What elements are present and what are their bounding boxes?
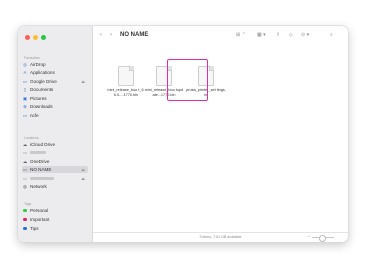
drive-icon: ▭ bbox=[22, 166, 28, 172]
sidebar-item-network[interactable]: ◍ Network bbox=[22, 183, 88, 190]
sidebar-item-label: Pictures bbox=[30, 96, 47, 101]
favourites-section-title: Favourites bbox=[24, 56, 40, 60]
sidebar-item-tag-important[interactable]: Important bbox=[22, 216, 88, 223]
tag-dot-icon bbox=[22, 217, 28, 222]
sidebar-item-label: Tips bbox=[30, 226, 39, 231]
sidebar-item-redacted-1[interactable]: ▭ bbox=[22, 149, 88, 156]
computer-icon: ▭ bbox=[22, 149, 28, 155]
close-window-button[interactable] bbox=[25, 35, 30, 40]
sidebar-item-ncfe[interactable]: ▭ ncfe bbox=[22, 112, 88, 119]
eject-icon[interactable]: ⏏ bbox=[81, 79, 85, 84]
applications-icon: A bbox=[23, 70, 27, 75]
sidebar-item-label: Personal bbox=[30, 208, 49, 213]
sidebar-item-label: iCloud Drive bbox=[30, 142, 56, 147]
sidebar-item-label: OneDrive bbox=[30, 159, 50, 164]
network-icon: ◍ bbox=[23, 183, 27, 189]
file-area: mini_release_boo t_6.6.0-...1770.bin min… bbox=[93, 48, 348, 232]
tag-dot-icon bbox=[22, 208, 28, 213]
drive-icon: ▭ bbox=[22, 78, 28, 84]
sidebar-item-tag-tips[interactable]: Tips bbox=[22, 225, 88, 232]
file-name: mini_release_boo t_6.6.0-...1770.bin bbox=[107, 88, 145, 97]
sidebar-item-airdrop[interactable]: ◎ AirDrop bbox=[22, 61, 88, 68]
sidebar-item-label: NO NAME bbox=[30, 167, 52, 172]
window-title: NO NAME bbox=[120, 32, 149, 38]
icon-view-grid-icon[interactable]: ⊞ ⌃ bbox=[236, 32, 246, 38]
sidebar-item-google-drive[interactable]: ▭ Google Drive ⏏ bbox=[22, 78, 88, 85]
tag-dot-icon bbox=[22, 226, 28, 231]
sidebar-item-label: Applications bbox=[30, 70, 55, 75]
share-icon[interactable]: ⇧ bbox=[276, 32, 280, 38]
sidebar-item-pictures[interactable]: ▣ Pictures bbox=[22, 95, 88, 102]
traffic-lights bbox=[25, 35, 46, 40]
zoom-out-icon: ─ bbox=[307, 234, 310, 239]
search-icon[interactable]: ⌕ bbox=[330, 32, 333, 38]
tag-icon[interactable]: ◇ bbox=[289, 32, 293, 38]
sidebar-item-label: Important bbox=[30, 217, 50, 222]
sidebar-item-applications[interactable]: A Applications bbox=[22, 69, 88, 76]
sidebar-item-documents[interactable]: ▯ Documents bbox=[22, 86, 88, 93]
status-bar: 3 items, 7.61 GB available ─ bbox=[93, 232, 348, 242]
sidebar-item-icloud-drive[interactable]: ☁ iCloud Drive bbox=[22, 141, 88, 148]
sidebar: Favourites ◎ AirDrop A Applications ▭ Go… bbox=[18, 26, 93, 242]
cloud-icon: ☁ bbox=[22, 158, 28, 164]
sidebar-item-label: AirDrop bbox=[30, 62, 46, 67]
minimize-window-button[interactable] bbox=[33, 35, 38, 40]
sidebar-item-tag-personal[interactable]: Personal bbox=[22, 207, 88, 214]
locations-section-title: Locations bbox=[24, 136, 39, 140]
sidebar-item-label: Documents bbox=[30, 87, 54, 92]
sidebar-item-no-name[interactable]: ▭ NO NAME ⏏ bbox=[22, 166, 88, 173]
document-icon: ▯ bbox=[23, 86, 27, 92]
slider-knob[interactable] bbox=[319, 235, 326, 242]
downloads-icon: ⊕ bbox=[23, 103, 27, 109]
sidebar-item-label: ncfe bbox=[30, 113, 39, 118]
eject-icon[interactable]: ⏏ bbox=[81, 176, 85, 181]
icon-size-slider[interactable] bbox=[312, 235, 334, 242]
redacted-label bbox=[30, 177, 54, 180]
drive-icon: ▭ bbox=[22, 175, 28, 181]
sidebar-item-label: Downloads bbox=[30, 104, 53, 109]
selection-highlight bbox=[167, 59, 208, 101]
folder-icon: ▭ bbox=[22, 112, 28, 118]
sidebar-item-onedrive[interactable]: ☁ OneDrive bbox=[22, 158, 88, 165]
zoom-window-button[interactable] bbox=[41, 35, 46, 40]
chevron-left-icon[interactable]: ‹ bbox=[100, 32, 102, 38]
cloud-icon: ☁ bbox=[22, 141, 28, 147]
pictures-icon: ▣ bbox=[22, 95, 28, 101]
sidebar-item-label: Google Drive bbox=[30, 79, 57, 84]
group-by-icon[interactable]: ▦ ▾ bbox=[257, 32, 266, 38]
redacted-label bbox=[30, 151, 46, 154]
airdrop-icon: ◎ bbox=[23, 61, 27, 67]
more-actions-icon[interactable]: ⊙ ▾ bbox=[301, 32, 309, 38]
sidebar-item-downloads[interactable]: ⊕ Downloads bbox=[22, 103, 88, 110]
toolbar: ‹ › NO NAME ⊞ ⌃ ▦ ▾ ⇧ ◇ ⊙ ▾ ⌕ bbox=[93, 26, 348, 48]
eject-icon[interactable]: ⏏ bbox=[81, 167, 85, 172]
tags-section-title: Tags bbox=[24, 202, 32, 206]
file-item[interactable]: mini_release_boo t_6.6.0-...1770.bin bbox=[106, 66, 146, 97]
chevron-right-icon[interactable]: › bbox=[110, 32, 112, 38]
document-icon bbox=[118, 66, 134, 86]
sidebar-item-redacted-2[interactable]: ▭ ⏏ bbox=[22, 175, 88, 182]
sidebar-item-label: Network bbox=[30, 184, 47, 189]
